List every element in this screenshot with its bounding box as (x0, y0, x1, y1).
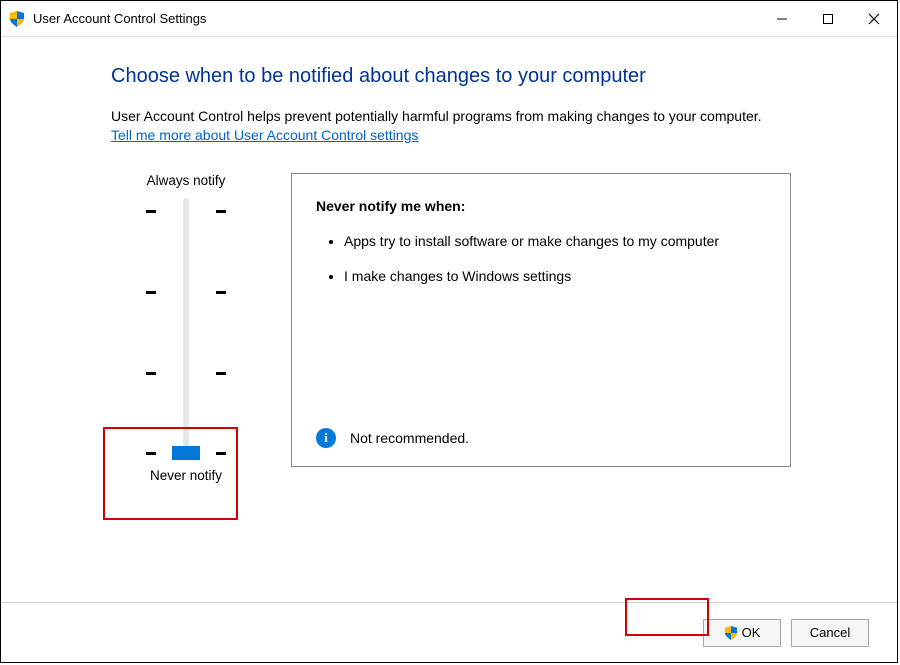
slider-top-label: Always notify (147, 173, 226, 188)
slider-tick (146, 210, 226, 212)
panel-footer: i Not recommended. (316, 428, 766, 448)
ok-button[interactable]: OK (703, 619, 781, 647)
recommendation-text: Not recommended. (350, 430, 469, 446)
cancel-button[interactable]: Cancel (791, 619, 869, 647)
list-item: I make changes to Windows settings (344, 267, 766, 286)
ok-label: OK (742, 625, 761, 640)
info-icon: i (316, 428, 336, 448)
annotation-highlight (103, 427, 238, 520)
maximize-button[interactable] (805, 1, 851, 37)
shield-icon (724, 626, 738, 640)
page-heading: Choose when to be notified about changes… (111, 65, 853, 88)
slider-track (183, 198, 189, 458)
close-button[interactable] (851, 1, 897, 37)
minimize-button[interactable] (759, 1, 805, 37)
panel-bullet-list: Apps try to install software or make cha… (316, 232, 766, 302)
list-item: Apps try to install software or make cha… (344, 232, 766, 251)
panel-title: Never notify me when: (316, 198, 766, 214)
window-title: User Account Control Settings (33, 11, 759, 26)
slider-tick (146, 372, 226, 374)
notification-slider[interactable] (146, 198, 226, 458)
cancel-label: Cancel (810, 625, 850, 640)
footer-bar: OK Cancel (1, 602, 897, 662)
description-panel: Never notify me when: Apps try to instal… (291, 173, 791, 467)
uac-settings-window: User Account Control Settings Choose whe… (0, 0, 898, 663)
annotation-highlight (625, 598, 709, 636)
window-controls (759, 1, 897, 37)
description-text: User Account Control helps prevent poten… (111, 108, 853, 124)
titlebar: User Account Control Settings (1, 1, 897, 37)
learn-more-link[interactable]: Tell me more about User Account Control … (111, 127, 418, 143)
shield-icon (9, 11, 25, 27)
slider-tick (146, 291, 226, 293)
